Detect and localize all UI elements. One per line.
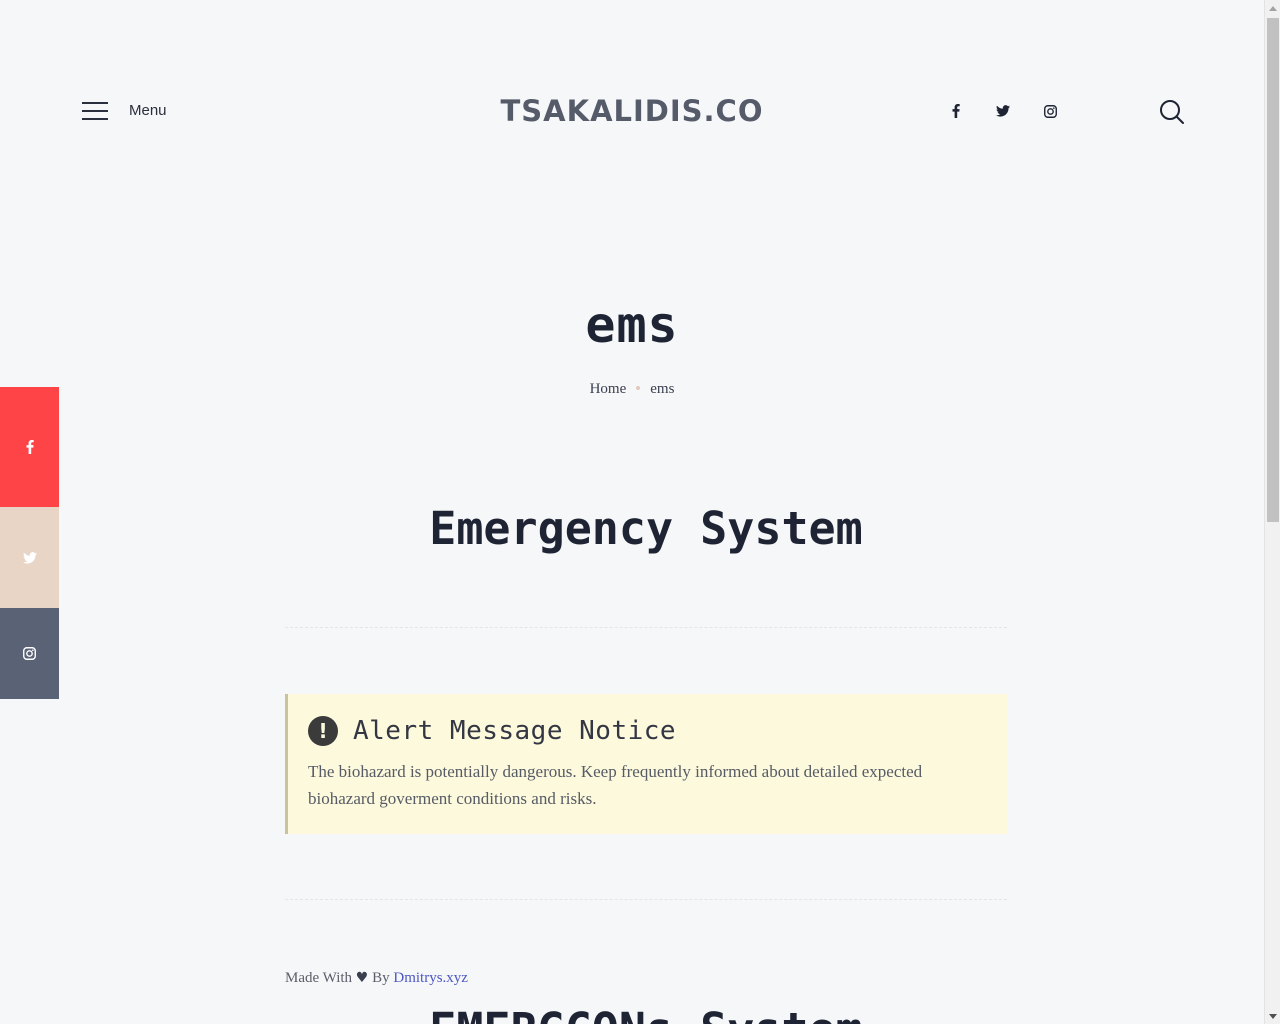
credits-by: By [372, 970, 390, 986]
header-social-links [946, 101, 1087, 121]
exclamation-icon: ! [308, 716, 338, 746]
twitter-icon [22, 551, 37, 564]
facebook-icon[interactable] [946, 101, 966, 121]
credits: Made With ♥ By Dmitrys.xyz [285, 970, 468, 987]
breadcrumb-home-link[interactable]: Home [590, 381, 627, 397]
twitter-icon[interactable] [993, 101, 1013, 121]
divider [285, 899, 1007, 900]
alert-text: The biohazard is potentially dangerous. … [308, 762, 923, 808]
breadcrumb-separator [636, 386, 641, 391]
vertical-scrollbar[interactable] [1264, 0, 1280, 1024]
heart-icon: ♥ [355, 970, 369, 986]
breadcrumb-current: ems [650, 381, 675, 397]
breadcrumb: Home ems [0, 381, 1264, 398]
alert-notice: ! Alert Message Notice The biohazard is … [285, 694, 1007, 834]
search-icon [1160, 100, 1184, 124]
scroll-down-arrow-icon[interactable] [1265, 1008, 1280, 1024]
share-twitter-button[interactable] [0, 507, 59, 608]
scroll-up-arrow-icon[interactable] [1265, 0, 1280, 16]
scrollbar-thumb[interactable] [1267, 18, 1279, 522]
page-title: ems [585, 296, 679, 354]
credits-made-with: Made With [285, 970, 353, 986]
instagram-icon[interactable] [1040, 101, 1060, 121]
divider [285, 627, 1007, 628]
section-title: EMERGCONs System [285, 1003, 1007, 1024]
share-facebook-button[interactable] [0, 387, 59, 507]
search-button[interactable] [1158, 98, 1186, 126]
floating-share-bar [0, 387, 59, 699]
page: Menu TSAKALIDIS.CO ems Home ems Emergenc… [0, 0, 1264, 1024]
share-instagram-button[interactable] [0, 608, 59, 699]
alert-header: ! Alert Message Notice [308, 716, 985, 746]
facebook-icon [26, 440, 34, 454]
credits-author-link[interactable]: Dmitrys.xyz [393, 970, 468, 986]
site-header: Menu TSAKALIDIS.CO [0, 0, 1264, 222]
instagram-icon [23, 647, 36, 660]
alert-title: Alert Message Notice [353, 716, 677, 746]
section-title: Emergency System [429, 502, 863, 555]
